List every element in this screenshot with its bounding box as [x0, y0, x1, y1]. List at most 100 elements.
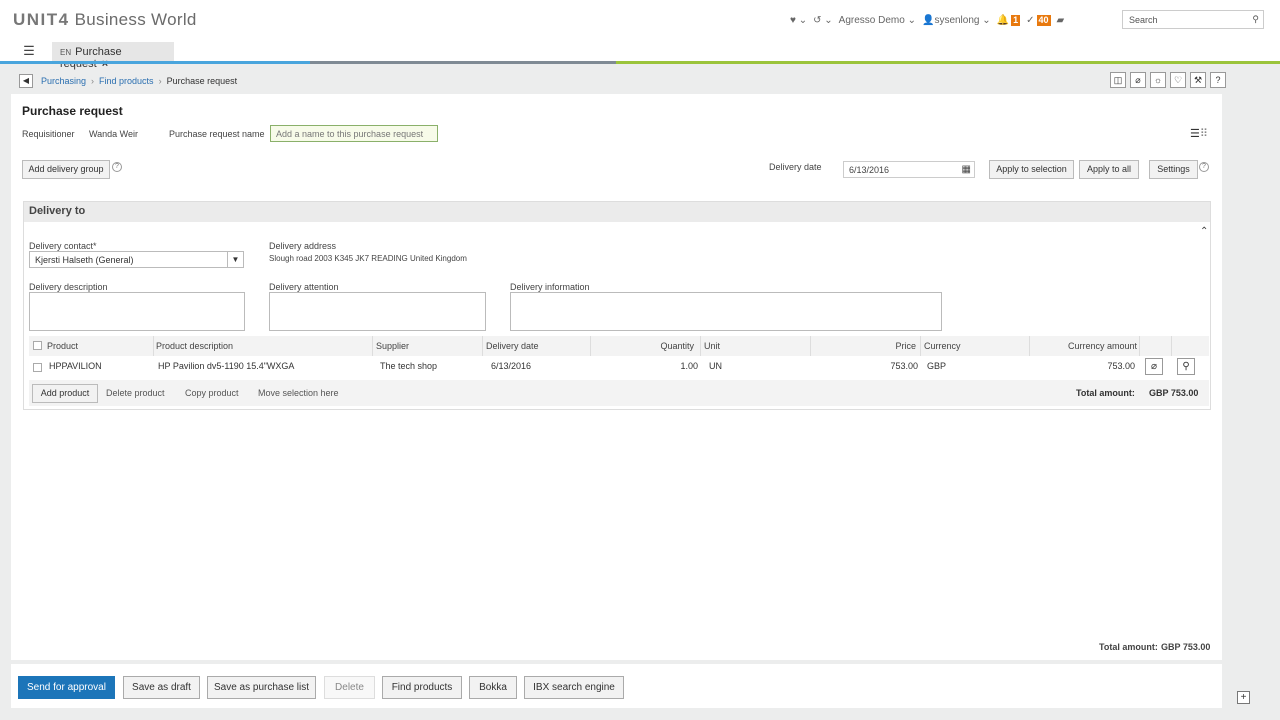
delivery-attention-field[interactable] — [269, 292, 486, 331]
help-icon[interactable]: ? — [112, 162, 122, 172]
wrench-icon[interactable]: ⚒ — [1190, 72, 1206, 88]
col-delivery-date[interactable]: Delivery date — [486, 341, 539, 351]
table-row[interactable]: HPPAVILION HP Pavilion dv5-1190 15.4"WXG… — [29, 356, 1209, 378]
delivery-information-label: Delivery information — [510, 282, 590, 292]
chevron-down-icon: ⌄ — [824, 14, 833, 26]
notifications-badge: 1 — [1011, 14, 1021, 26]
copy-product-button[interactable]: Copy product — [185, 388, 239, 398]
col-product-description[interactable]: Product description — [156, 341, 233, 351]
main-panel: Purchase request Requisitioner Wanda Wei… — [11, 94, 1222, 660]
history-menu[interactable]: ↺ ⌄ — [813, 15, 833, 26]
breadcrumb: ◀ Purchasing › Find products › Purchase … — [11, 70, 1222, 92]
zoom-icon[interactable]: ⚲ — [1177, 358, 1195, 375]
delivery-information-field[interactable] — [510, 292, 942, 331]
delivery-date-label: Delivery date — [769, 162, 822, 172]
favorites-menu[interactable]: ♥ ⌄ — [790, 15, 807, 26]
request-name-input[interactable]: Add a name to this purchase request — [270, 125, 438, 142]
delivery-attention-label: Delivery attention — [269, 282, 339, 292]
attachment-icon[interactable]: ⌀ — [1130, 72, 1146, 88]
column-divider — [700, 336, 701, 356]
settings-button[interactable]: Settings — [1149, 160, 1198, 179]
caret-down-icon[interactable]: ▼ — [227, 252, 243, 267]
lightbulb-icon[interactable]: ☼ — [1150, 72, 1166, 88]
col-supplier[interactable]: Supplier — [376, 341, 409, 351]
col-unit[interactable]: Unit — [704, 341, 720, 351]
delivery-date-input[interactable]: 6/13/2016 ▦ — [843, 161, 975, 178]
grid-total-value: GBP 753.00 — [1149, 388, 1199, 398]
grid-footer: Add product Delete product Copy product … — [29, 380, 1209, 406]
column-divider — [153, 336, 154, 356]
delivery-contact-label: Delivery contact* — [29, 241, 97, 251]
column-divider — [1171, 336, 1172, 356]
heart-icon[interactable]: ♡ — [1170, 72, 1186, 88]
app-logo[interactable]: UNIT4 Business World — [13, 10, 197, 30]
ibx-search-engine-button[interactable]: IBX search engine — [524, 676, 624, 699]
history-icon: ↺ — [813, 14, 822, 26]
calendar-icon[interactable]: ▦ — [962, 164, 971, 175]
cell-price: 753.00 — [890, 361, 918, 371]
col-quantity[interactable]: Quantity — [660, 341, 694, 351]
add-delivery-group-button[interactable]: Add delivery group — [22, 160, 110, 179]
col-currency-amount[interactable]: Currency amount — [1068, 341, 1137, 351]
split-view-icon[interactable]: ◫ — [1110, 72, 1126, 88]
cell-product: HPPAVILION — [49, 361, 102, 371]
chevron-down-icon: ⌄ — [907, 14, 916, 26]
tasks-button[interactable]: ✓ 40 — [1026, 14, 1051, 26]
attachment-icon[interactable]: ⌀ — [1145, 358, 1163, 375]
select-all-checkbox[interactable] — [33, 341, 42, 350]
summary-total-value: GBP 753.00 — [1161, 642, 1211, 652]
save-as-draft-button[interactable]: Save as draft — [123, 676, 200, 699]
help-icon[interactable]: ? — [1210, 72, 1226, 88]
chat-button[interactable]: ▰ — [1057, 15, 1065, 26]
close-icon[interactable]: × — [102, 58, 108, 70]
delivery-address-label: Delivery address — [269, 241, 337, 251]
help-icon[interactable]: ? — [1199, 162, 1209, 172]
column-divider — [1029, 336, 1030, 356]
tab-language: EN — [60, 48, 72, 57]
section-title[interactable]: Delivery to — [24, 202, 1210, 222]
main-menu-button[interactable]: ☰ — [14, 43, 44, 63]
col-currency[interactable]: Currency — [924, 341, 961, 351]
delivery-description-field[interactable] — [29, 292, 245, 331]
user-icon: 👤 — [921, 14, 935, 26]
col-product[interactable]: Product — [47, 341, 78, 351]
collapse-icon[interactable]: ⌃ — [1200, 226, 1208, 237]
chevron-down-icon: ⌄ — [982, 14, 991, 26]
grid-header: Product Product description Supplier Del… — [29, 336, 1209, 356]
add-product-button[interactable]: Add product — [32, 384, 98, 403]
view-toggle[interactable]: ☰⠿ — [1190, 127, 1208, 140]
bokka-button[interactable]: Bokka — [469, 676, 517, 699]
delivery-contact-select[interactable]: Kjersti Halseth (General) ▼ — [29, 251, 244, 268]
top-right-menu: ♥ ⌄ ↺ ⌄ Agresso Demo ⌄ 👤 sysenlong ⌄ 🔔 1 ✓… — [790, 11, 1070, 29]
company-menu[interactable]: Agresso Demo ⌄ — [839, 15, 916, 26]
delivery-description-label: Delivery description — [29, 282, 108, 292]
notifications-button[interactable]: 🔔 1 — [997, 14, 1021, 26]
delivery-section: Delivery to ⌃ Delivery contact* Kjersti … — [23, 201, 1211, 410]
send-for-approval-button[interactable]: Send for approval — [18, 676, 115, 699]
column-divider — [1139, 336, 1140, 356]
apply-to-selection-button[interactable]: Apply to selection — [989, 160, 1074, 179]
list-menu-icon: ☰ — [23, 43, 35, 58]
chat-icon: ▰ — [1056, 14, 1065, 26]
delete-button[interactable]: Delete — [324, 676, 375, 699]
column-divider — [920, 336, 921, 356]
user-menu[interactable]: 👤 sysenlong ⌄ — [922, 15, 991, 26]
plus-icon[interactable]: + — [1237, 691, 1250, 704]
chevron-right-icon: › — [158, 76, 162, 86]
cell-supplier: The tech shop — [380, 361, 438, 371]
move-selection-button[interactable]: Move selection here — [258, 388, 339, 398]
row-checkbox[interactable] — [33, 363, 42, 372]
requisitioner-value: Wanda Weir — [89, 129, 139, 139]
breadcrumb-find-products[interactable]: Find products — [99, 76, 154, 86]
col-price[interactable]: Price — [895, 341, 916, 351]
breadcrumb-purchasing[interactable]: Purchasing — [41, 76, 86, 86]
back-button[interactable]: ◀ — [19, 74, 33, 88]
save-as-purchase-list-button[interactable]: Save as purchase list — [207, 676, 316, 699]
delete-product-button[interactable]: Delete product — [106, 388, 165, 398]
find-products-button[interactable]: Find products — [382, 676, 462, 699]
cell-product-description: HP Pavilion dv5-1190 15.4"WXGA — [158, 361, 295, 371]
checkmark-icon: ✓ — [1026, 14, 1035, 26]
apply-to-all-button[interactable]: Apply to all — [1079, 160, 1139, 179]
action-bar: Send for approval Save as draft Save as … — [11, 664, 1222, 708]
search-input[interactable]: Search ⚲ — [1122, 10, 1264, 29]
